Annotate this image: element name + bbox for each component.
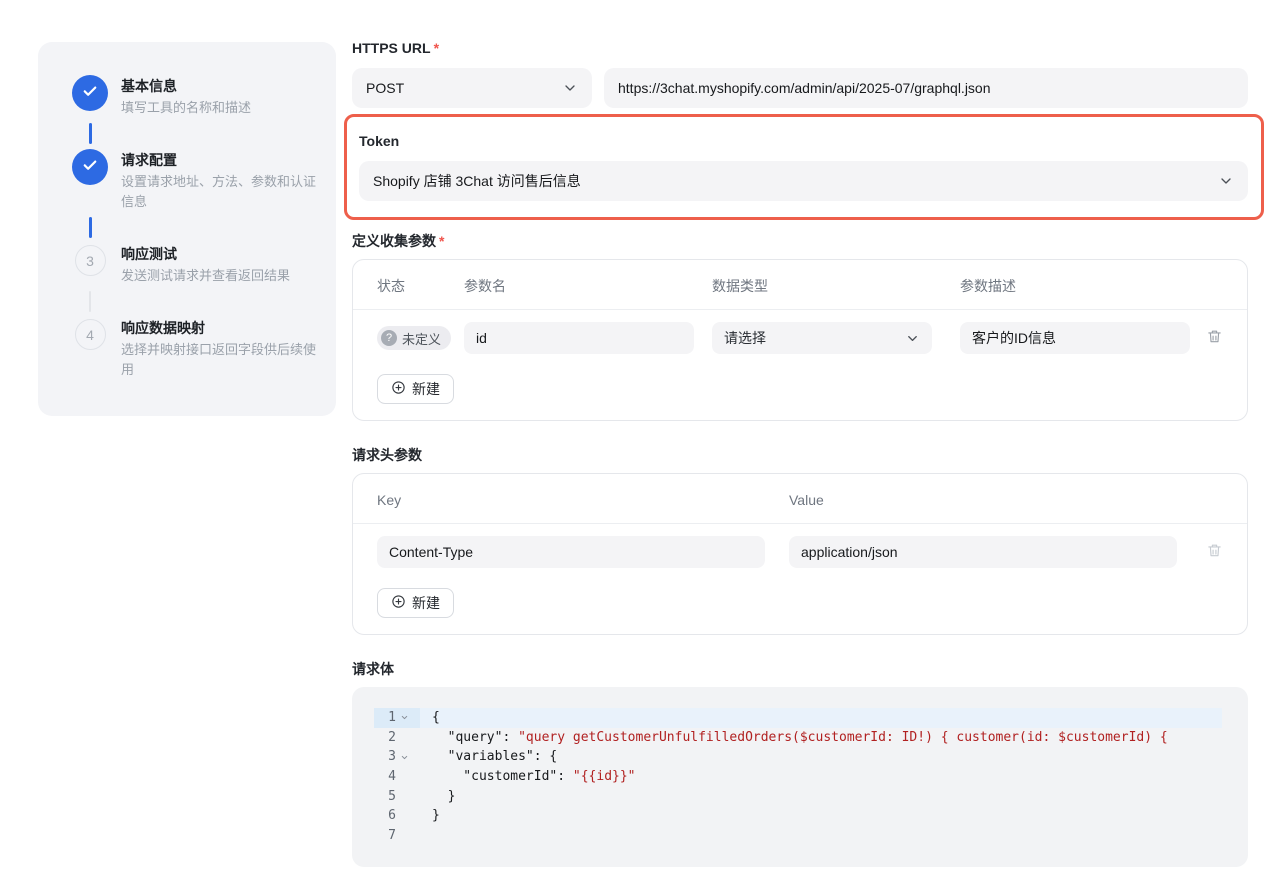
chevron-down-icon bbox=[905, 331, 920, 346]
fold-chevron-icon[interactable] bbox=[396, 713, 412, 722]
col-key: Key bbox=[377, 492, 402, 508]
step-connector bbox=[88, 217, 92, 238]
http-method-value: POST bbox=[366, 80, 405, 96]
step-request-config[interactable]: 请求配置 设置请求地址、方法、参数和认证信息 bbox=[72, 149, 316, 212]
line-number: 6 bbox=[388, 808, 396, 824]
code-line: 6 } bbox=[374, 806, 1222, 826]
line-number: 3 bbox=[388, 749, 396, 765]
http-method-select[interactable]: POST bbox=[352, 68, 592, 108]
col-value: Value bbox=[789, 492, 824, 508]
divider bbox=[353, 523, 1247, 524]
url-value: https://3chat.myshopify.com/admin/api/20… bbox=[618, 80, 991, 96]
chevron-down-icon bbox=[562, 80, 578, 96]
step-response-test[interactable]: 3 响应测试 发送测试请求并查看返回结果 bbox=[72, 243, 316, 286]
step-basic-info[interactable]: 基本信息 填写工具的名称和描述 bbox=[72, 75, 316, 118]
line-gutter: 3 bbox=[374, 747, 420, 767]
step-response-mapping[interactable]: 4 响应数据映射 选择并映射接口返回字段供后续使用 bbox=[72, 317, 316, 380]
line-number: 4 bbox=[388, 769, 396, 785]
param-desc-input[interactable] bbox=[960, 322, 1190, 354]
request-config-form: HTTPS URL * POST https://3chat.myshopify.… bbox=[344, 38, 1264, 867]
https-url-label: HTTPS URL * bbox=[352, 40, 440, 56]
chevron-down-icon bbox=[1218, 173, 1234, 189]
step-1-description: 填写工具的名称和描述 bbox=[121, 100, 252, 115]
params-card: 状态 参数名 数据类型 参数描述 ? 未定义 请选择 bbox=[352, 259, 1248, 421]
token-select[interactable]: Shopify 店铺 3Chat 访问售后信息 bbox=[359, 161, 1248, 201]
step-3-description: 发送测试请求并查看返回结果 bbox=[121, 268, 291, 283]
data-type-select[interactable]: 请选择 bbox=[712, 322, 932, 354]
col-data-type: 数据类型 bbox=[712, 278, 768, 294]
annotation-highlight-box: Token Shopify 店铺 3Chat 访问售后信息 bbox=[344, 114, 1264, 220]
line-gutter: 5 bbox=[374, 787, 420, 807]
trash-icon bbox=[1206, 328, 1223, 348]
step-rail bbox=[72, 149, 108, 212]
step-4-description: 选择并映射接口返回字段供后续使用 bbox=[121, 342, 317, 377]
step-4-title: 响应数据映射 bbox=[121, 320, 205, 336]
step-4-circle: 4 bbox=[74, 319, 106, 350]
param-row: ? 未定义 请选择 bbox=[377, 322, 1223, 354]
code-line: 2 "query": "query getCustomerUnfulfilled… bbox=[374, 728, 1222, 748]
required-asterisk: * bbox=[433, 40, 440, 56]
check-icon bbox=[81, 82, 99, 105]
question-icon: ? bbox=[381, 330, 397, 346]
step-1-title: 基本信息 bbox=[121, 78, 177, 94]
step-2-description: 设置请求地址、方法、参数和认证信息 bbox=[121, 174, 317, 209]
col-param-desc: 参数描述 bbox=[960, 278, 1016, 294]
line-gutter: 2 bbox=[374, 728, 420, 748]
step-1-circle bbox=[72, 75, 108, 111]
step-2-circle bbox=[72, 149, 108, 185]
line-number: 5 bbox=[388, 788, 396, 804]
params-section-label: 定义收集参数 * bbox=[352, 233, 445, 249]
step-3-title: 响应测试 bbox=[121, 246, 177, 262]
step-rail: 4 bbox=[72, 317, 108, 380]
code-line: 3 "variables": { bbox=[374, 747, 1222, 767]
add-header-button[interactable]: 新建 bbox=[377, 588, 454, 618]
headers-card: Key Value 新建 bbox=[352, 473, 1248, 635]
line-gutter: 4 bbox=[374, 767, 420, 787]
url-input[interactable]: https://3chat.myshopify.com/admin/api/20… bbox=[604, 68, 1248, 108]
col-status: 状态 bbox=[377, 278, 405, 294]
fold-chevron-icon[interactable] bbox=[396, 753, 412, 762]
code-line: 1 { bbox=[374, 708, 1222, 728]
header-key-input[interactable] bbox=[377, 536, 765, 568]
delete-param-button[interactable] bbox=[1206, 328, 1223, 348]
step-2-title: 请求配置 bbox=[121, 152, 177, 168]
divider bbox=[353, 309, 1247, 310]
step-rail: 3 bbox=[72, 243, 108, 286]
code-line: 4 "customerId": "{{id}}" bbox=[374, 767, 1222, 787]
delete-header-button[interactable] bbox=[1206, 542, 1223, 562]
required-asterisk: * bbox=[439, 233, 445, 249]
line-gutter: 6 bbox=[374, 806, 420, 826]
wizard-stepper-panel: 基本信息 填写工具的名称和描述 请求配置 设置请求地址、方法、参数和认证信息 3… bbox=[38, 42, 336, 416]
token-label: Token bbox=[359, 133, 400, 149]
check-icon bbox=[81, 156, 99, 179]
plus-circle-icon bbox=[391, 594, 406, 612]
request-body-editor[interactable]: 1 { 2 "query": "query getCustomerUnfulfi… bbox=[352, 687, 1248, 867]
body-section-label: 请求体 bbox=[352, 661, 394, 677]
col-param-name: 参数名 bbox=[464, 278, 506, 294]
plus-circle-icon bbox=[391, 380, 406, 398]
code-line: 5 } bbox=[374, 787, 1222, 807]
code-line: 7 bbox=[374, 826, 1222, 846]
add-param-button[interactable]: 新建 bbox=[377, 374, 454, 404]
token-selected-value: Shopify 店铺 3Chat 访问售后信息 bbox=[373, 173, 581, 189]
headers-section-label: 请求头参数 bbox=[352, 447, 422, 463]
line-number: 1 bbox=[388, 710, 396, 725]
step-connector bbox=[89, 291, 91, 312]
line-number: 2 bbox=[388, 729, 396, 745]
line-gutter: 1 bbox=[374, 708, 420, 728]
header-row bbox=[377, 536, 1223, 568]
step-connector bbox=[88, 123, 92, 144]
line-gutter: 7 bbox=[374, 826, 420, 846]
line-number: 7 bbox=[388, 828, 396, 844]
param-name-input[interactable] bbox=[464, 322, 694, 354]
step-rail bbox=[72, 75, 108, 118]
status-badge-undefined: ? 未定义 bbox=[377, 326, 452, 350]
trash-icon bbox=[1206, 542, 1223, 562]
step-3-circle: 3 bbox=[74, 245, 106, 276]
header-value-input[interactable] bbox=[789, 536, 1177, 568]
